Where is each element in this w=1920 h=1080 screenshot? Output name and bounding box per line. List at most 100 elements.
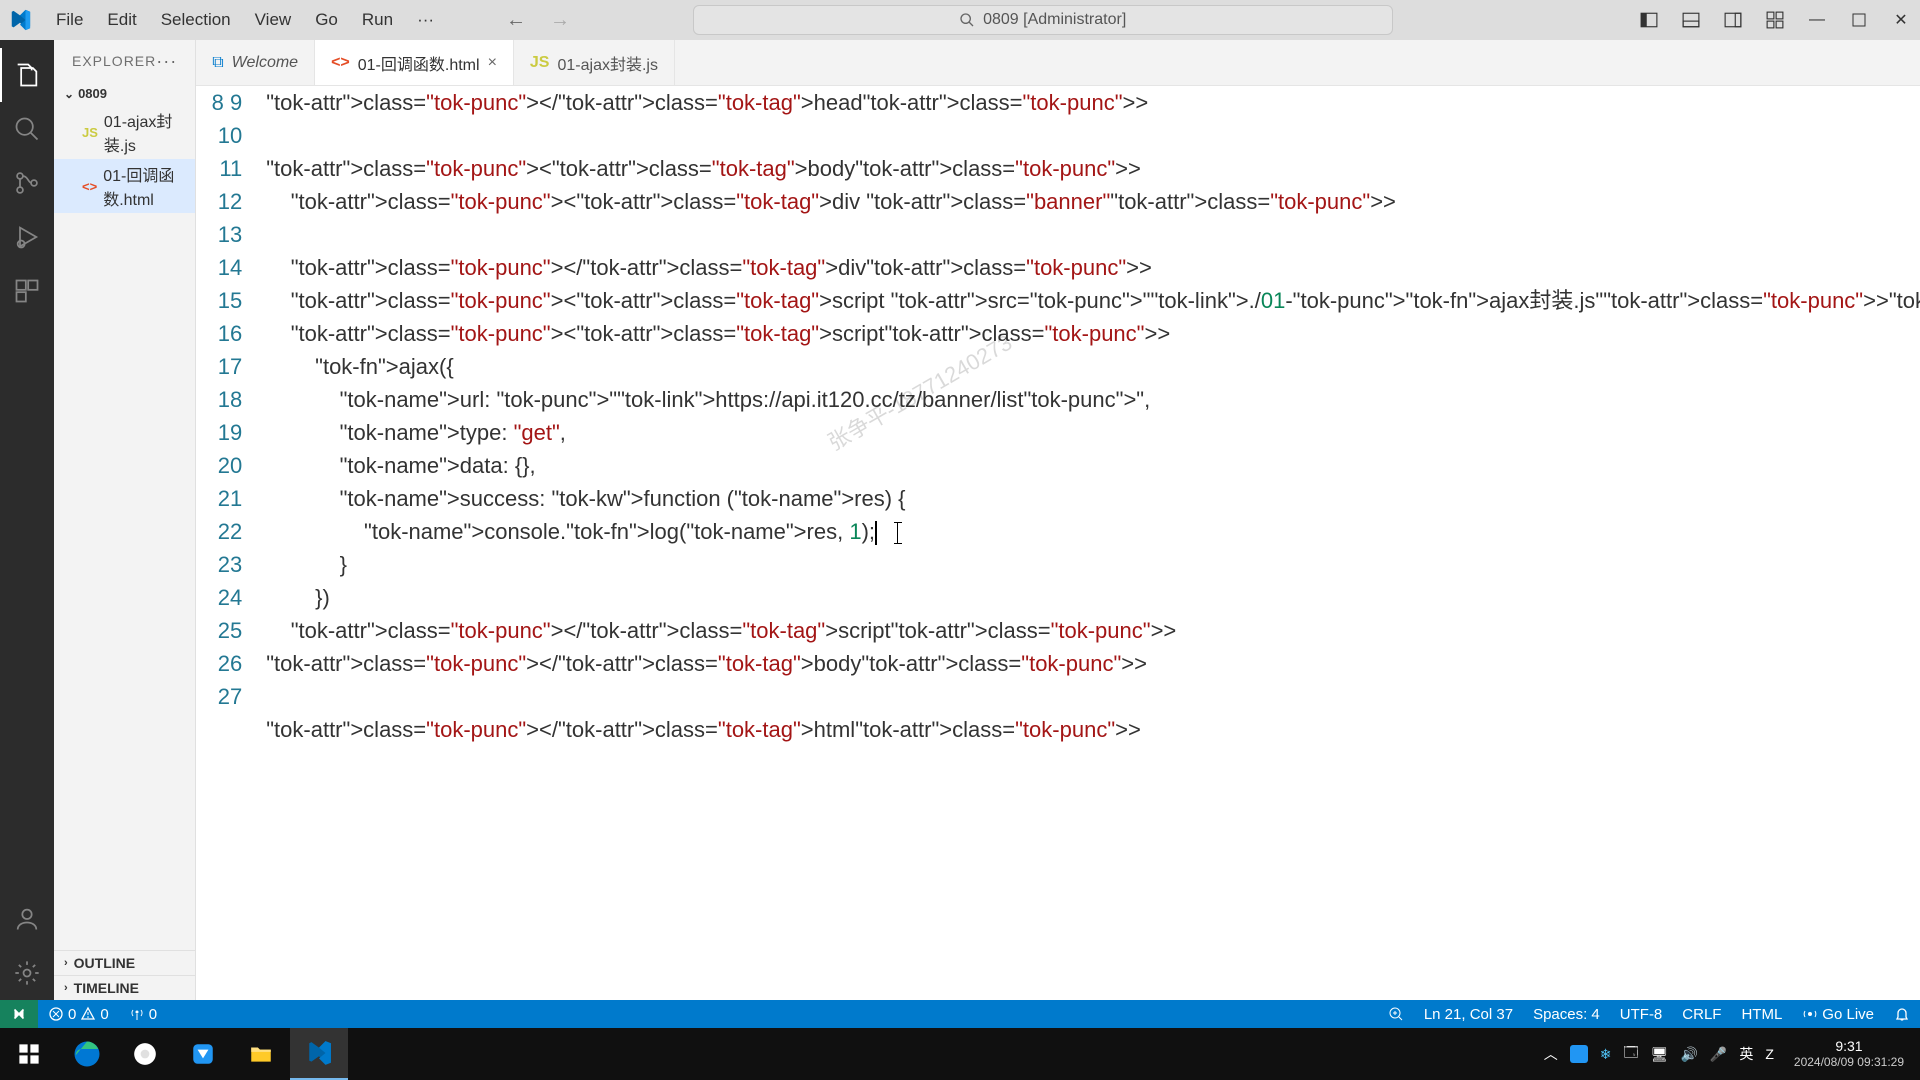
tray-volume-icon[interactable]: 🔊 [1680,1046,1697,1063]
menu-run[interactable]: Run [350,0,405,40]
broadcast-icon [1802,1006,1818,1022]
nav-back-icon[interactable]: ← [506,9,526,32]
layout-sidebar-right-icon[interactable] [1722,9,1744,31]
status-problems[interactable]: 0 0 [38,1000,119,1028]
tray-battery-icon[interactable]: 🗔 [1623,1042,1638,1066]
remote-indicator-icon[interactable] [0,1000,38,1028]
status-language[interactable]: HTML [1731,1006,1792,1023]
status-ports[interactable]: 0 [119,1000,167,1028]
explorer-sidebar: EXPLORER ··· ⌄ 0809 JS 01-ajax封装.js <> 0… [54,40,196,1000]
warning-count: 0 [100,1006,108,1023]
chevron-right-icon: › [64,957,68,969]
line-gutter: 8 9 10 11 12 13 14 15 16 17 18 19 20 21 … [196,86,266,1000]
system-tray: ︿ ❄ 🗔 🖥 🔊 🎤 英 Z 9:31 2024/08/09 09:31:29 [1544,1038,1920,1069]
timeline-section[interactable]: › TIMELINE [54,975,195,1000]
tab-active-file[interactable]: <> 01-回调函数.html × [315,40,514,85]
js-file-icon: JS [530,54,550,72]
radio-tower-icon [129,1006,145,1022]
nav-forward-icon[interactable]: → [550,9,570,32]
layout-panel-icon[interactable] [1680,9,1702,31]
activity-account-icon[interactable] [0,892,54,946]
status-notifications-icon[interactable] [1884,1006,1920,1022]
tray-network-icon[interactable]: 🖥 [1651,1046,1669,1063]
file-name: 01-回调函数.html [103,162,185,210]
tray-ime2[interactable]: Z [1765,1046,1774,1062]
explorer-more-icon[interactable]: ··· [156,51,177,72]
menu-file[interactable]: File [44,0,95,40]
activity-run-debug-icon[interactable] [0,210,54,264]
window-maximize-icon[interactable] [1848,9,1870,31]
activity-source-control-icon[interactable] [0,156,54,210]
activity-extensions-icon[interactable] [0,264,54,318]
editor-area: ⧉ Welcome <> 01-回调函数.html × JS 01-ajax封装… [196,40,1920,1000]
tab-welcome[interactable]: ⧉ Welcome [196,40,315,85]
outline-label: OUTLINE [74,955,135,971]
tray-app-icon[interactable] [1570,1045,1588,1063]
html-file-icon: <> [82,179,97,194]
activity-settings-icon[interactable] [0,946,54,1000]
explorer-header: EXPLORER ··· [54,40,195,82]
taskbar-edge-icon[interactable] [58,1028,116,1080]
menu-selection[interactable]: Selection [149,0,243,40]
file-name: 01-ajax封装.js [104,108,185,156]
tray-date[interactable]: 2024/08/09 09:31:29 [1786,1055,1912,1069]
taskbar-app2-icon[interactable] [174,1028,232,1080]
tab-js-file[interactable]: JS 01-ajax封装.js [514,40,675,85]
activity-bar [0,40,54,1000]
command-center-text: 0809 [Administrator] [983,11,1126,29]
menu-edit[interactable]: Edit [95,0,148,40]
vscode-logo-icon [8,8,32,32]
menu-view[interactable]: View [243,0,304,40]
search-icon [959,12,975,28]
code-content[interactable]: "tok-attr">class="tok-punc"></"tok-attr"… [266,86,1920,1000]
activity-search-icon[interactable] [0,102,54,156]
activity-explorer-icon[interactable] [0,48,54,102]
taskbar-app1-icon[interactable] [116,1028,174,1080]
status-cursor-position[interactable]: Ln 21, Col 37 [1414,1006,1523,1023]
tray-chevron-icon[interactable]: ︿ [1544,1044,1558,1064]
title-bar: File Edit Selection View Go Run ··· ← → … [0,0,1920,40]
status-zoom-icon[interactable] [1378,1006,1414,1022]
menu-more-icon[interactable]: ··· [405,0,446,40]
chevron-right-icon: › [64,982,68,994]
file-item-js[interactable]: JS 01-ajax封装.js [54,105,195,159]
start-button-icon[interactable] [0,1028,58,1080]
tray-mic-icon[interactable]: 🎤 [1710,1046,1727,1063]
outline-section[interactable]: › OUTLINE [54,950,195,975]
main-area: EXPLORER ··· ⌄ 0809 JS 01-ajax封装.js <> 0… [0,40,1920,1000]
warning-icon [80,1006,96,1022]
status-bar: 0 0 0 Ln 21, Col 37 Spaces: 4 UTF-8 CRLF… [0,1000,1920,1028]
layout-customize-icon[interactable] [1764,9,1786,31]
command-center[interactable]: 0809 [Administrator] [693,5,1393,35]
status-golive[interactable]: Go Live [1792,1006,1884,1023]
vscode-icon: ⧉ [212,54,223,72]
folder-name: 0809 [78,86,107,101]
tray-ime1[interactable]: 英 [1739,1044,1753,1064]
status-eol[interactable]: CRLF [1672,1006,1731,1023]
window-minimize-icon[interactable]: — [1806,9,1828,31]
windows-taskbar: ︿ ❄ 🗔 🖥 🔊 🎤 英 Z 9:31 2024/08/09 09:31:29 [0,1028,1920,1080]
error-count: 0 [68,1006,76,1023]
layout-sidebar-left-icon[interactable] [1638,9,1660,31]
tab-label: 01-回调函数.html [358,51,480,75]
menu-go[interactable]: Go [303,0,350,40]
explorer-title: EXPLORER [72,53,156,69]
timeline-label: TIMELINE [74,980,139,996]
status-encoding[interactable]: UTF-8 [1610,1006,1673,1023]
code-editor[interactable]: 8 9 10 11 12 13 14 15 16 17 18 19 20 21 … [196,86,1920,1000]
taskbar-vscode-icon[interactable] [290,1028,348,1080]
status-indentation[interactable]: Spaces: 4 [1523,1006,1610,1023]
golive-label: Go Live [1822,1006,1874,1023]
tab-close-icon[interactable]: × [488,54,497,72]
tab-label: Welcome [232,54,298,72]
ports-count: 0 [149,1006,157,1023]
tab-bar: ⧉ Welcome <> 01-回调函数.html × JS 01-ajax封装… [196,40,1920,86]
tray-app-icon[interactable]: ❄ [1600,1046,1612,1063]
tray-time[interactable]: 9:31 [1786,1038,1912,1055]
window-close-icon[interactable]: ✕ [1890,9,1912,31]
taskbar-file-explorer-icon[interactable] [232,1028,290,1080]
file-item-html[interactable]: <> 01-回调函数.html [54,159,195,213]
js-file-icon: JS [82,125,98,140]
error-icon [48,1006,64,1022]
folder-root[interactable]: ⌄ 0809 [54,82,195,105]
